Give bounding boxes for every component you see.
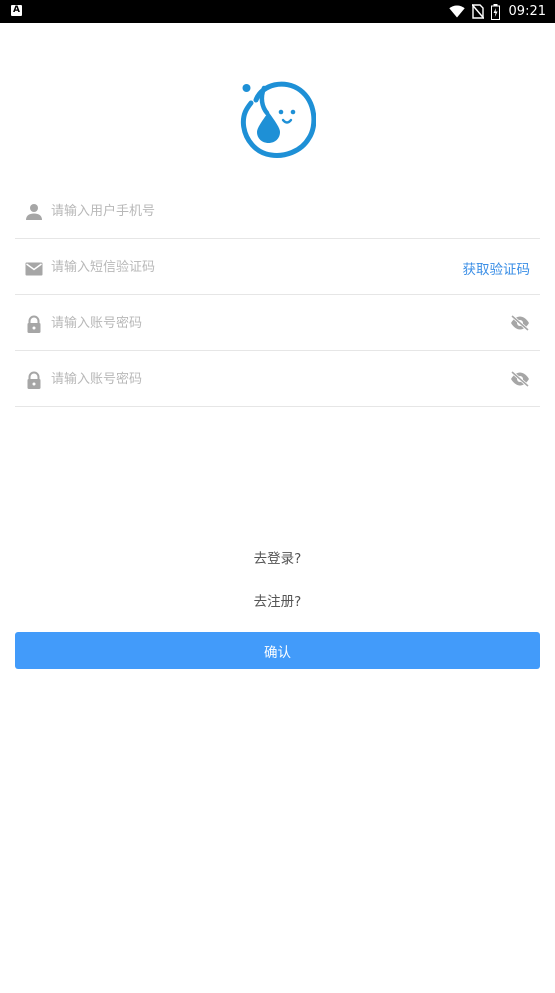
status-bar: A 09:21 (0, 0, 555, 23)
sms-code-input[interactable] (51, 255, 441, 279)
password-visibility-toggle[interactable] (510, 315, 530, 331)
password-field (15, 294, 540, 351)
mail-icon (25, 262, 43, 276)
notification-badge: A (11, 5, 22, 16)
water-drop-smile-logo (240, 81, 316, 158)
user-icon (26, 204, 42, 220)
password-input[interactable] (51, 311, 441, 335)
clock: 09:21 (508, 4, 546, 19)
phone-field (15, 182, 540, 239)
confirm-password-input[interactable] (51, 367, 441, 391)
confirm-button[interactable]: 确认 (15, 632, 540, 669)
phone-input[interactable] (51, 199, 441, 223)
battery-icon (490, 3, 500, 20)
no-sim-icon (471, 4, 484, 19)
eye-off-icon (511, 371, 529, 387)
eye-off-icon (511, 315, 529, 331)
sms-code-field: 获取验证码 (15, 238, 540, 295)
go-login-link[interactable]: 去登录? (0, 547, 555, 567)
confirm-password-field (15, 350, 540, 407)
lock-icon (27, 315, 41, 333)
lock-icon (27, 371, 41, 389)
go-register-link[interactable]: 去注册? (0, 590, 555, 610)
status-icons: 09:21 (448, 0, 546, 23)
confirm-password-visibility-toggle[interactable] (510, 371, 530, 387)
get-code-button[interactable]: 获取验证码 (463, 258, 531, 278)
wifi-icon (448, 5, 465, 18)
